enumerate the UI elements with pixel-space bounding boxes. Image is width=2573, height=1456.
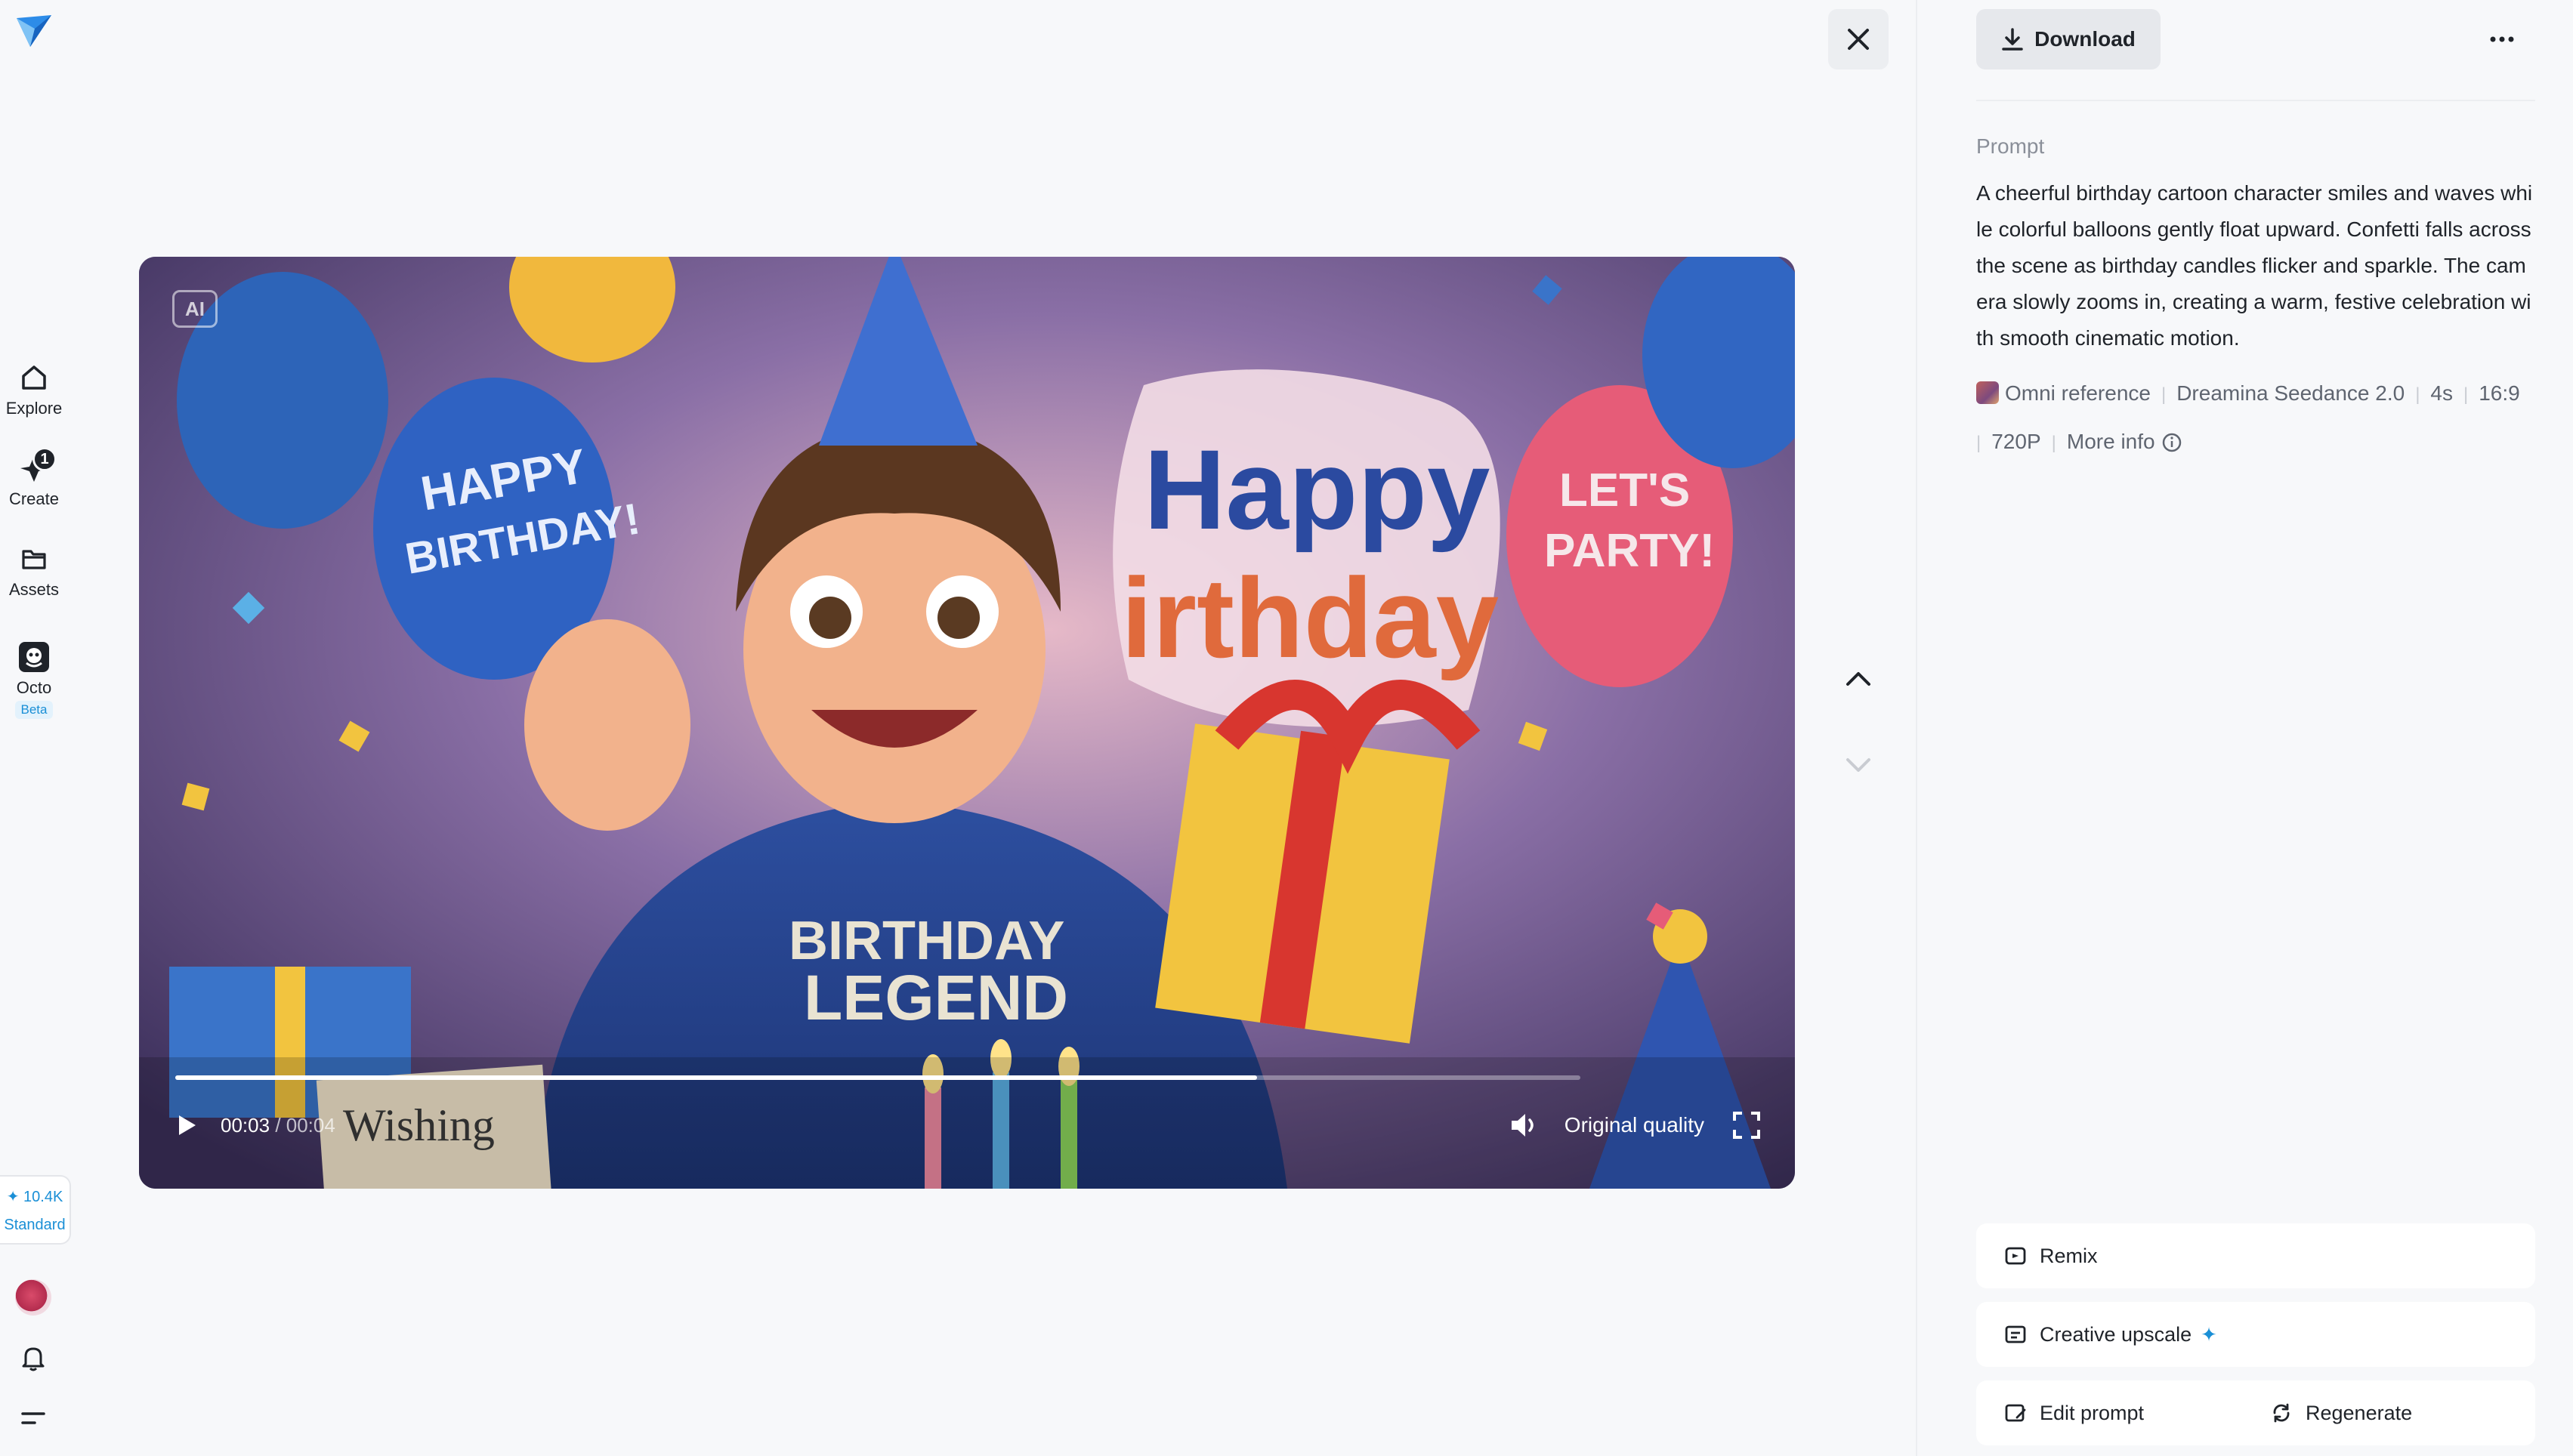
progress-bar[interactable] bbox=[175, 1075, 1580, 1080]
model-name: Dreamina Seedance 2.0 bbox=[2176, 381, 2405, 405]
bottom-actions: Edit prompt Regenerate bbox=[1976, 1380, 2535, 1445]
generation-meta: Omni reference | Dreamina Seedance 2.0 | 4s |… bbox=[1976, 370, 2550, 467]
credits-widget[interactable]: ✦ 10.4K Standard bbox=[0, 1175, 71, 1245]
download-button[interactable]: Download bbox=[1976, 9, 2161, 69]
chevron-down-icon bbox=[1846, 758, 1870, 772]
remix-button[interactable]: Remix bbox=[1976, 1223, 2535, 1288]
meta-separator: | bbox=[2463, 384, 2469, 405]
duration-time: / 00:04 bbox=[275, 1113, 335, 1137]
close-button[interactable] bbox=[1828, 9, 1889, 69]
volume-icon bbox=[1511, 1114, 1534, 1137]
more-options-button[interactable] bbox=[2484, 21, 2520, 57]
omni-reference-label: Omni reference bbox=[2005, 381, 2151, 405]
resolution-value: 720P bbox=[1991, 430, 2041, 453]
ratio-value: 16:9 bbox=[2479, 381, 2520, 405]
panel-divider bbox=[1916, 0, 1917, 1456]
prompt-text: A cheerful birthday cartoon character sm… bbox=[1976, 181, 2533, 350]
previous-button[interactable] bbox=[1840, 662, 1876, 698]
regenerate-label: Regenerate bbox=[2306, 1401, 2413, 1424]
fullscreen-icon bbox=[1733, 1112, 1760, 1139]
bell-icon[interactable] bbox=[17, 1341, 50, 1374]
create-badge: 1 bbox=[32, 447, 57, 471]
nav-assets-label: Assets bbox=[8, 580, 60, 599]
svg-text:Happy: Happy bbox=[1144, 426, 1490, 553]
reference-thumbnail bbox=[1976, 381, 1999, 404]
current-time: 00:03 bbox=[221, 1113, 270, 1137]
video-frame: Happy irthday HAPPY BIRTHDAY! LET'S PART… bbox=[139, 257, 1795, 1189]
creative-upscale-button[interactable]: Creative upscale ✦ bbox=[1976, 1302, 2535, 1367]
meta-separator: | bbox=[2161, 384, 2167, 405]
meta-separator: | bbox=[2415, 384, 2420, 405]
nav-explore-label: Explore bbox=[5, 399, 63, 418]
nav-create-label: Create bbox=[8, 489, 60, 508]
duration-value: 4s bbox=[2430, 381, 2453, 405]
fullscreen-button[interactable] bbox=[1731, 1110, 1762, 1140]
download-label: Download bbox=[2034, 27, 2136, 51]
time-display: 00:03 / 00:04 bbox=[221, 1114, 335, 1137]
folder-icon bbox=[17, 542, 51, 575]
download-icon bbox=[2002, 28, 2023, 51]
quality-selector[interactable]: Original quality bbox=[1564, 1113, 1704, 1137]
video-player[interactable]: Happy irthday HAPPY BIRTHDAY! LET'S PART… bbox=[139, 257, 1795, 1189]
remix-icon bbox=[2005, 1247, 2026, 1265]
play-button[interactable] bbox=[172, 1110, 202, 1140]
omni-reference[interactable]: Omni reference bbox=[1976, 381, 2151, 405]
more-icon bbox=[2490, 36, 2514, 42]
more-info-label: More info bbox=[2066, 430, 2155, 453]
close-icon bbox=[1848, 29, 1869, 50]
app-root: Explore 1 Create Assets Octo Beta ✦ 10.4… bbox=[0, 0, 2573, 1456]
info-icon bbox=[2161, 423, 2182, 452]
more-info-link[interactable]: More info bbox=[2067, 430, 2182, 453]
nav-create[interactable]: 1 Create bbox=[0, 447, 68, 509]
svg-text:LEGEND: LEGEND bbox=[804, 962, 1068, 1033]
octo-icon bbox=[17, 640, 51, 674]
next-button[interactable] bbox=[1840, 746, 1876, 782]
ai-badge: AI bbox=[172, 290, 218, 328]
nav-assets[interactable]: Assets bbox=[0, 542, 68, 600]
upscale-icon bbox=[2005, 1325, 2026, 1343]
create-icon: 1 bbox=[17, 447, 57, 485]
regenerate-button[interactable]: Regenerate bbox=[2269, 1401, 2535, 1425]
meta-separator: | bbox=[2051, 433, 2056, 453]
svg-text:PARTY!: PARTY! bbox=[1544, 525, 1715, 577]
edit-prompt-button[interactable]: Edit prompt bbox=[2003, 1401, 2269, 1425]
nav-octo[interactable]: Octo Beta bbox=[0, 640, 68, 719]
avatar[interactable] bbox=[15, 1279, 51, 1316]
sparkle-icon: ✦ bbox=[2201, 1322, 2217, 1346]
header-divider bbox=[1976, 100, 2535, 101]
beta-tag: Beta bbox=[14, 701, 54, 719]
remix-label: Remix bbox=[2040, 1244, 2098, 1267]
svg-text:LET'S: LET'S bbox=[1559, 464, 1690, 517]
credits-tier: Standard bbox=[4, 1217, 66, 1233]
logo-icon[interactable] bbox=[14, 12, 54, 51]
progress-fill bbox=[175, 1075, 1258, 1080]
menu-icon[interactable] bbox=[17, 1402, 50, 1435]
edit-icon bbox=[2005, 1404, 2026, 1422]
credits-amount-value: 10.4K bbox=[23, 1189, 63, 1205]
upscale-label: Creative upscale bbox=[2040, 1322, 2192, 1346]
edit-prompt-label: Edit prompt bbox=[2040, 1401, 2145, 1424]
svg-text:irthday: irthday bbox=[1121, 554, 1499, 681]
nav-octo-label: Octo bbox=[16, 678, 52, 697]
player-controls: 00:03 / 00:04 Original quality bbox=[139, 1095, 1795, 1155]
prompt-label: Prompt bbox=[1976, 134, 2045, 158]
home-icon bbox=[17, 361, 51, 394]
chevron-up-icon bbox=[1846, 672, 1870, 686]
credits-amount: ✦ 10.4K bbox=[6, 1189, 63, 1205]
volume-button[interactable] bbox=[1507, 1109, 1540, 1142]
left-sidebar: Explore 1 Create Assets Octo Beta ✦ 10.4… bbox=[0, 0, 71, 1456]
nav-explore[interactable]: Explore bbox=[0, 361, 68, 418]
play-icon bbox=[179, 1115, 196, 1135]
meta-separator: | bbox=[1976, 433, 1981, 453]
regenerate-icon bbox=[2273, 1403, 2290, 1423]
